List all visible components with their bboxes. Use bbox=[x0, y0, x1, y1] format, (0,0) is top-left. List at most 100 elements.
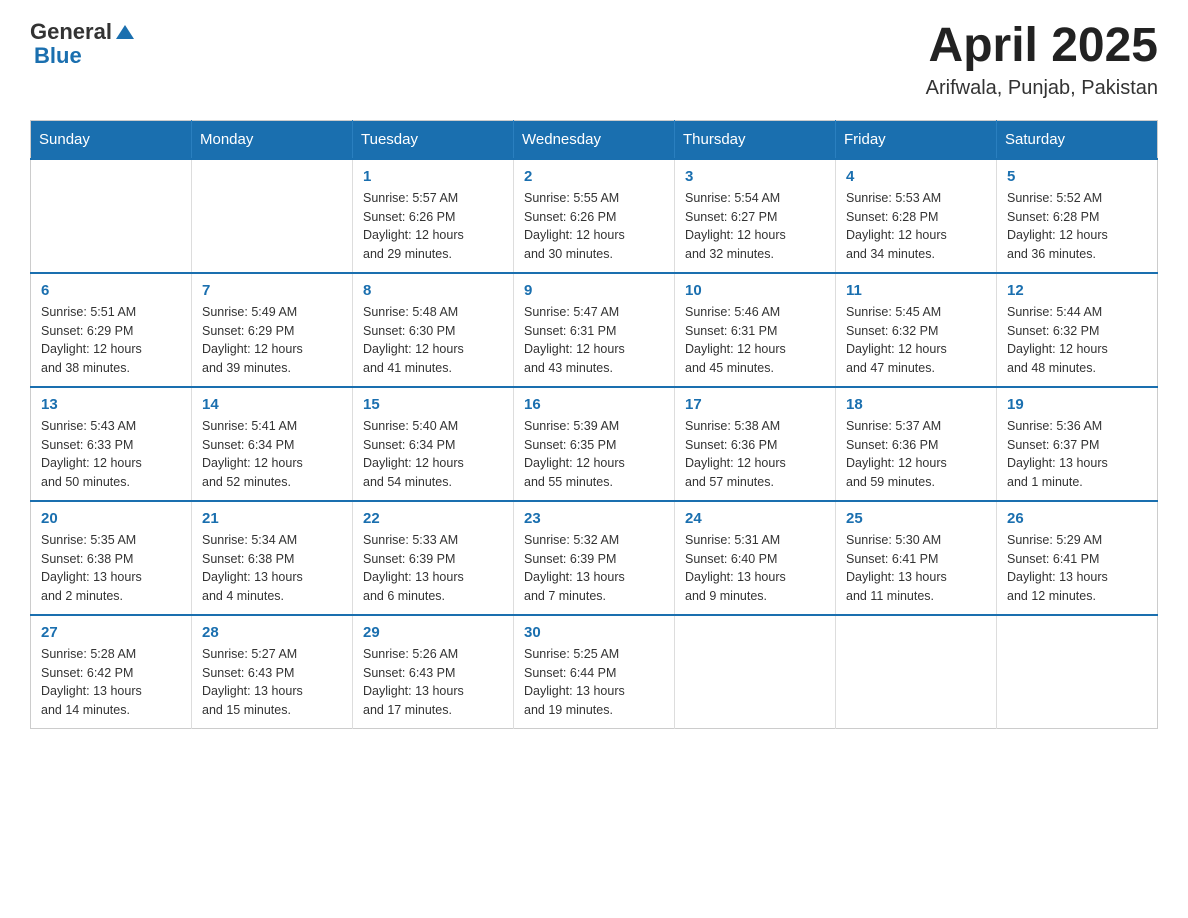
day-info: Sunrise: 5:44 AMSunset: 6:32 PMDaylight:… bbox=[1007, 303, 1147, 378]
calendar-cell bbox=[192, 159, 353, 273]
weekday-header-sunday: Sunday bbox=[31, 120, 192, 159]
day-info: Sunrise: 5:52 AMSunset: 6:28 PMDaylight:… bbox=[1007, 189, 1147, 264]
day-number: 7 bbox=[202, 282, 342, 299]
calendar-cell: 28Sunrise: 5:27 AMSunset: 6:43 PMDayligh… bbox=[192, 615, 353, 729]
day-info: Sunrise: 5:57 AMSunset: 6:26 PMDaylight:… bbox=[363, 189, 503, 264]
day-info: Sunrise: 5:54 AMSunset: 6:27 PMDaylight:… bbox=[685, 189, 825, 264]
day-info: Sunrise: 5:43 AMSunset: 6:33 PMDaylight:… bbox=[41, 417, 181, 492]
calendar-cell: 23 Sunrise: 5:32 AMSunset: 6:39 PMDayligh… bbox=[514, 501, 675, 615]
calendar-cell: 5 Sunrise: 5:52 AMSunset: 6:28 PMDaylight… bbox=[997, 159, 1158, 273]
day-info: Sunrise: 5:38 AMSunset: 6:36 PMDaylight:… bbox=[685, 417, 825, 492]
calendar-week-row: 13Sunrise: 5:43 AMSunset: 6:33 PMDayligh… bbox=[31, 387, 1158, 501]
logo-general-text: General bbox=[30, 20, 112, 44]
calendar-cell: 10 Sunrise: 5:46 AMSunset: 6:31 PMDayligh… bbox=[675, 273, 836, 387]
day-number: 10 bbox=[685, 282, 825, 299]
calendar-cell: 7 Sunrise: 5:49 AMSunset: 6:29 PMDaylight… bbox=[192, 273, 353, 387]
logo: General Blue bbox=[30, 20, 134, 68]
day-number: 3 bbox=[685, 168, 825, 185]
calendar-week-row: 20 Sunrise: 5:35 AMSunset: 6:38 PMDayligh… bbox=[31, 501, 1158, 615]
calendar-cell bbox=[997, 615, 1158, 729]
day-number: 25 bbox=[846, 510, 986, 527]
calendar-cell: 29Sunrise: 5:26 AMSunset: 6:43 PMDayligh… bbox=[353, 615, 514, 729]
day-number: 9 bbox=[524, 282, 664, 299]
day-info: Sunrise: 5:33 AMSunset: 6:39 PMDaylight:… bbox=[363, 531, 503, 606]
day-number: 16 bbox=[524, 396, 664, 413]
day-number: 12 bbox=[1007, 282, 1147, 299]
calendar-cell: 9 Sunrise: 5:47 AMSunset: 6:31 PMDaylight… bbox=[514, 273, 675, 387]
day-info: Sunrise: 5:41 AMSunset: 6:34 PMDaylight:… bbox=[202, 417, 342, 492]
day-number: 26 bbox=[1007, 510, 1147, 527]
day-number: 15 bbox=[363, 396, 503, 413]
day-number: 24 bbox=[685, 510, 825, 527]
calendar-table: SundayMondayTuesdayWednesdayThursdayFrid… bbox=[30, 120, 1158, 729]
day-number: 8 bbox=[363, 282, 503, 299]
calendar-cell: 24 Sunrise: 5:31 AMSunset: 6:40 PMDayligh… bbox=[675, 501, 836, 615]
calendar-cell: 21 Sunrise: 5:34 AMSunset: 6:38 PMDayligh… bbox=[192, 501, 353, 615]
day-info: Sunrise: 5:29 AMSunset: 6:41 PMDaylight:… bbox=[1007, 531, 1147, 606]
day-info: Sunrise: 5:40 AMSunset: 6:34 PMDaylight:… bbox=[363, 417, 503, 492]
calendar-cell: 19 Sunrise: 5:36 AMSunset: 6:37 PMDayligh… bbox=[997, 387, 1158, 501]
day-info: Sunrise: 5:25 AMSunset: 6:44 PMDaylight:… bbox=[524, 645, 664, 720]
day-info: Sunrise: 5:30 AMSunset: 6:41 PMDaylight:… bbox=[846, 531, 986, 606]
weekday-header-wednesday: Wednesday bbox=[514, 120, 675, 159]
day-info: Sunrise: 5:51 AMSunset: 6:29 PMDaylight:… bbox=[41, 303, 181, 378]
calendar-cell: 1 Sunrise: 5:57 AMSunset: 6:26 PMDaylight… bbox=[353, 159, 514, 273]
day-info: Sunrise: 5:31 AMSunset: 6:40 PMDaylight:… bbox=[685, 531, 825, 606]
page-header: General Blue April 2025 Arifwala, Punjab… bbox=[30, 20, 1158, 100]
day-number: 29 bbox=[363, 624, 503, 641]
calendar-cell: 27 Sunrise: 5:28 AMSunset: 6:42 PMDayligh… bbox=[31, 615, 192, 729]
calendar-cell bbox=[31, 159, 192, 273]
weekday-header-row: SundayMondayTuesdayWednesdayThursdayFrid… bbox=[31, 120, 1158, 159]
calendar-cell: 6 Sunrise: 5:51 AMSunset: 6:29 PMDaylight… bbox=[31, 273, 192, 387]
calendar-cell: 17 Sunrise: 5:38 AMSunset: 6:36 PMDayligh… bbox=[675, 387, 836, 501]
day-info: Sunrise: 5:39 AMSunset: 6:35 PMDaylight:… bbox=[524, 417, 664, 492]
day-info: Sunrise: 5:47 AMSunset: 6:31 PMDaylight:… bbox=[524, 303, 664, 378]
calendar-cell: 15 Sunrise: 5:40 AMSunset: 6:34 PMDayligh… bbox=[353, 387, 514, 501]
logo-blue-text: Blue bbox=[34, 44, 134, 68]
day-number: 19 bbox=[1007, 396, 1147, 413]
day-info: Sunrise: 5:48 AMSunset: 6:30 PMDaylight:… bbox=[363, 303, 503, 378]
calendar-cell: 12 Sunrise: 5:44 AMSunset: 6:32 PMDayligh… bbox=[997, 273, 1158, 387]
calendar-cell: 13Sunrise: 5:43 AMSunset: 6:33 PMDayligh… bbox=[31, 387, 192, 501]
day-number: 17 bbox=[685, 396, 825, 413]
day-number: 30 bbox=[524, 624, 664, 641]
month-title: April 2025 bbox=[926, 20, 1158, 73]
calendar-cell: 14Sunrise: 5:41 AMSunset: 6:34 PMDayligh… bbox=[192, 387, 353, 501]
day-info: Sunrise: 5:32 AMSunset: 6:39 PMDaylight:… bbox=[524, 531, 664, 606]
calendar-week-row: 6 Sunrise: 5:51 AMSunset: 6:29 PMDaylight… bbox=[31, 273, 1158, 387]
day-number: 5 bbox=[1007, 168, 1147, 185]
calendar-cell bbox=[836, 615, 997, 729]
calendar-week-row: 27 Sunrise: 5:28 AMSunset: 6:42 PMDayligh… bbox=[31, 615, 1158, 729]
day-number: 2 bbox=[524, 168, 664, 185]
calendar-week-row: 1 Sunrise: 5:57 AMSunset: 6:26 PMDaylight… bbox=[31, 159, 1158, 273]
day-info: Sunrise: 5:34 AMSunset: 6:38 PMDaylight:… bbox=[202, 531, 342, 606]
calendar-cell: 22Sunrise: 5:33 AMSunset: 6:39 PMDayligh… bbox=[353, 501, 514, 615]
weekday-header-friday: Friday bbox=[836, 120, 997, 159]
calendar-cell: 25 Sunrise: 5:30 AMSunset: 6:41 PMDayligh… bbox=[836, 501, 997, 615]
day-number: 1 bbox=[363, 168, 503, 185]
day-number: 28 bbox=[202, 624, 342, 641]
day-number: 6 bbox=[41, 282, 181, 299]
day-info: Sunrise: 5:37 AMSunset: 6:36 PMDaylight:… bbox=[846, 417, 986, 492]
day-number: 18 bbox=[846, 396, 986, 413]
weekday-header-tuesday: Tuesday bbox=[353, 120, 514, 159]
day-info: Sunrise: 5:28 AMSunset: 6:42 PMDaylight:… bbox=[41, 645, 181, 720]
day-number: 27 bbox=[41, 624, 181, 641]
calendar-cell: 16 Sunrise: 5:39 AMSunset: 6:35 PMDayligh… bbox=[514, 387, 675, 501]
location-title: Arifwala, Punjab, Pakistan bbox=[926, 77, 1158, 100]
day-info: Sunrise: 5:55 AMSunset: 6:26 PMDaylight:… bbox=[524, 189, 664, 264]
day-info: Sunrise: 5:46 AMSunset: 6:31 PMDaylight:… bbox=[685, 303, 825, 378]
day-number: 20 bbox=[41, 510, 181, 527]
day-info: Sunrise: 5:45 AMSunset: 6:32 PMDaylight:… bbox=[846, 303, 986, 378]
day-info: Sunrise: 5:36 AMSunset: 6:37 PMDaylight:… bbox=[1007, 417, 1147, 492]
day-info: Sunrise: 5:49 AMSunset: 6:29 PMDaylight:… bbox=[202, 303, 342, 378]
day-info: Sunrise: 5:35 AMSunset: 6:38 PMDaylight:… bbox=[41, 531, 181, 606]
day-number: 11 bbox=[846, 282, 986, 299]
day-number: 21 bbox=[202, 510, 342, 527]
weekday-header-thursday: Thursday bbox=[675, 120, 836, 159]
day-number: 23 bbox=[524, 510, 664, 527]
weekday-header-monday: Monday bbox=[192, 120, 353, 159]
calendar-cell: 4Sunrise: 5:53 AMSunset: 6:28 PMDaylight… bbox=[836, 159, 997, 273]
calendar-cell: 26 Sunrise: 5:29 AMSunset: 6:41 PMDayligh… bbox=[997, 501, 1158, 615]
day-number: 4 bbox=[846, 168, 986, 185]
